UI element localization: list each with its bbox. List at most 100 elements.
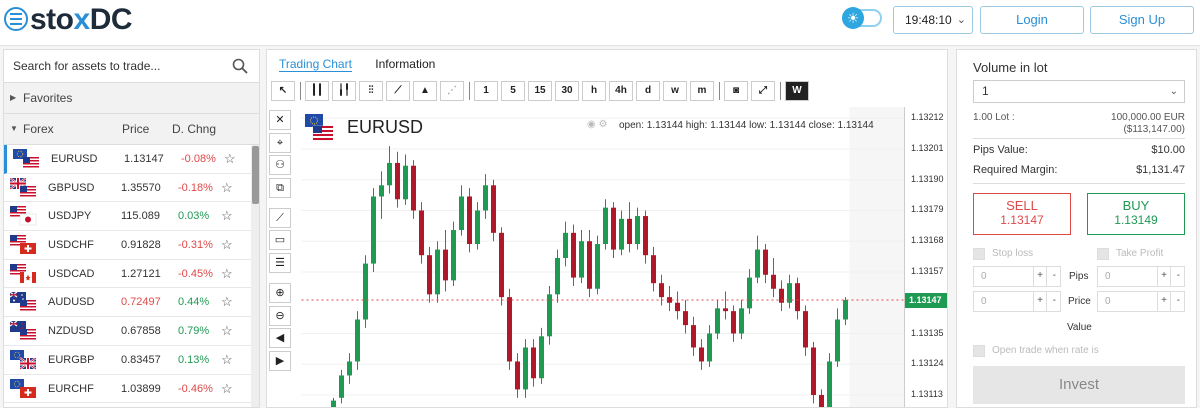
menu-icon[interactable] — [4, 7, 28, 31]
plus-icon[interactable]: + — [1161, 295, 1167, 306]
sell-button[interactable]: SELL 1.13147 — [973, 193, 1071, 235]
star-icon[interactable]: ☆ — [221, 288, 233, 316]
asset-row[interactable]: EURGBP 0.83457 0.13% ☆ — [4, 346, 251, 375]
forex-group[interactable]: ▼ Forex Price D. Chng — [4, 114, 259, 145]
time-select[interactable]: 19:48:10 ⌄ — [893, 6, 973, 34]
visibility-icon[interactable]: ◉ ⚙ — [587, 119, 607, 130]
rectangle-icon[interactable]: ▭ — [269, 230, 291, 251]
theme-toggle[interactable]: ☀ — [842, 7, 882, 29]
star-icon[interactable]: ☆ — [221, 375, 233, 403]
asset-row[interactable]: AUDUSD 0.72497 0.44% ☆ — [4, 288, 251, 318]
tab-information[interactable]: Information — [375, 57, 435, 71]
candle-body — [507, 297, 512, 362]
scroll-right-icon[interactable]: ▶ — [269, 350, 291, 371]
asset-row[interactable]: EURUSD 1.13147 -0.08% ☆ — [4, 145, 251, 174]
hollow-candles-icon[interactable]: ╽╿ — [332, 81, 356, 101]
favorites-group[interactable]: ▶ Favorites — [4, 83, 259, 114]
buy-button[interactable]: BUY 1.13149 — [1087, 193, 1185, 235]
scroll-left-icon[interactable]: ◀ — [269, 328, 291, 349]
copy-icon[interactable]: ⧉ — [269, 177, 291, 198]
star-icon[interactable]: ☆ — [221, 317, 233, 345]
interval-buttons: 1 5 15 30 h 4h d w m — [474, 81, 717, 101]
candles-icon[interactable]: ┃┃ — [305, 81, 329, 101]
take-profit-pips-input[interactable]: 0 + - — [1097, 266, 1185, 287]
area-chart-icon[interactable]: ▲ — [413, 81, 437, 101]
scrollbar-thumb[interactable] — [252, 146, 259, 204]
column-header-price[interactable]: Price — [122, 114, 149, 144]
plus-icon[interactable]: + — [1161, 270, 1167, 281]
search-input[interactable] — [4, 50, 229, 82]
interval-button[interactable]: 5 — [501, 81, 525, 101]
login-button[interactable]: Login — [980, 6, 1084, 34]
asset-list-scrollbar[interactable] — [251, 145, 259, 407]
stop-loss-pips-input[interactable]: 0 + - — [973, 266, 1061, 287]
signup-button[interactable]: Sign Up — [1090, 6, 1194, 34]
price-axis[interactable]: 1.13147 1.13212 1.13201 1.13190 1.13179 1.13… — [904, 107, 947, 407]
star-icon[interactable]: ☆ — [221, 202, 233, 230]
candle-body — [611, 207, 616, 250]
candle-body — [555, 258, 560, 295]
candle — [403, 154, 408, 205]
bars-icon[interactable]: ⫶⫶ — [359, 81, 383, 101]
close-icon[interactable]: ✕ — [269, 110, 291, 130]
interval-button[interactable]: m — [690, 81, 714, 101]
asset-row[interactable]: EURCHF 1.03899 -0.46% ☆ — [4, 375, 251, 404]
pips-mid-label: Pips — [1069, 271, 1089, 282]
interval-button[interactable]: 30 — [555, 81, 579, 101]
lot-select[interactable]: 1 ⌄ — [973, 80, 1185, 103]
plus-icon[interactable]: + — [1037, 270, 1043, 281]
candlestick-chart[interactable] — [299, 107, 909, 408]
take-profit-checkbox[interactable] — [1097, 248, 1109, 260]
stop-loss-price-input[interactable]: 0 + - — [973, 291, 1061, 312]
minus-icon[interactable]: - — [1177, 295, 1180, 306]
stop-loss-checkbox[interactable] — [973, 248, 985, 260]
fullscreen-icon[interactable]: ⤢ — [751, 81, 775, 101]
camera-icon[interactable]: ◙ — [724, 81, 748, 101]
minus-icon[interactable]: - — [1053, 270, 1056, 281]
interval-button[interactable]: d — [636, 81, 660, 101]
asset-price: 0.67858 — [121, 325, 161, 338]
asset-row[interactable]: USDCAD 1.27121 -0.45% ☆ — [4, 260, 251, 289]
interval-button[interactable]: h — [582, 81, 606, 101]
input-divider — [1046, 267, 1047, 286]
open-trade-checkbox[interactable] — [973, 345, 985, 357]
search-icon[interactable] — [232, 58, 248, 74]
trendline-icon[interactable]: ⟋ — [269, 207, 291, 228]
star-icon[interactable]: ☆ — [221, 260, 233, 288]
line-chart-icon[interactable]: ⟋ — [386, 81, 410, 101]
magnet-icon[interactable]: ⚇ — [269, 155, 291, 176]
interval-button[interactable]: 1 — [474, 81, 498, 101]
price-tick-label: 1.13179 — [911, 204, 944, 215]
interval-button[interactable]: 15 — [528, 81, 552, 101]
tab-trading-chart[interactable]: Trading Chart — [279, 57, 352, 72]
asset-row[interactable]: USDCHF 0.91828 -0.31% ☆ — [4, 231, 251, 260]
invest-button[interactable]: Invest — [973, 366, 1185, 404]
watermark-icon[interactable]: W — [785, 81, 809, 101]
candle-body — [403, 165, 408, 200]
star-icon[interactable]: ☆ — [221, 346, 233, 374]
star-icon[interactable]: ☆ — [221, 174, 233, 202]
take-profit-price-input[interactable]: 0 + - — [1097, 291, 1185, 312]
column-header-change[interactable]: D. Chng — [172, 114, 216, 144]
interval-button[interactable]: w — [663, 81, 687, 101]
zoom-out-icon[interactable]: ⊖ — [269, 305, 291, 326]
asset-row[interactable]: NZDUSD 0.67858 0.79% ☆ — [4, 317, 251, 346]
minus-icon[interactable]: - — [1177, 270, 1180, 281]
candle — [739, 299, 744, 340]
star-icon[interactable]: ☆ — [221, 231, 233, 259]
lines-icon[interactable]: ☰ — [269, 252, 291, 273]
asset-row[interactable]: GBPUSD 1.35570 -0.18% ☆ — [4, 174, 251, 203]
candle — [715, 299, 720, 340]
interval-button[interactable]: 4h — [609, 81, 633, 101]
plus-icon[interactable]: + — [1037, 295, 1043, 306]
logo[interactable]: stoxDC — [30, 3, 133, 37]
currency-flags-icon — [10, 263, 36, 283]
crosshair-icon[interactable]: ⌖ — [269, 132, 291, 153]
zoom-in-icon[interactable]: ⊕ — [269, 282, 291, 303]
cursor-tool-icon[interactable]: ↖ — [271, 81, 295, 101]
star-icon[interactable]: ☆ — [224, 145, 236, 173]
candle — [507, 288, 512, 370]
dots-chart-icon[interactable]: ⋰ — [440, 81, 464, 101]
minus-icon[interactable]: - — [1053, 295, 1056, 306]
asset-row[interactable]: USDJPY 115.089 0.03% ☆ — [4, 202, 251, 232]
